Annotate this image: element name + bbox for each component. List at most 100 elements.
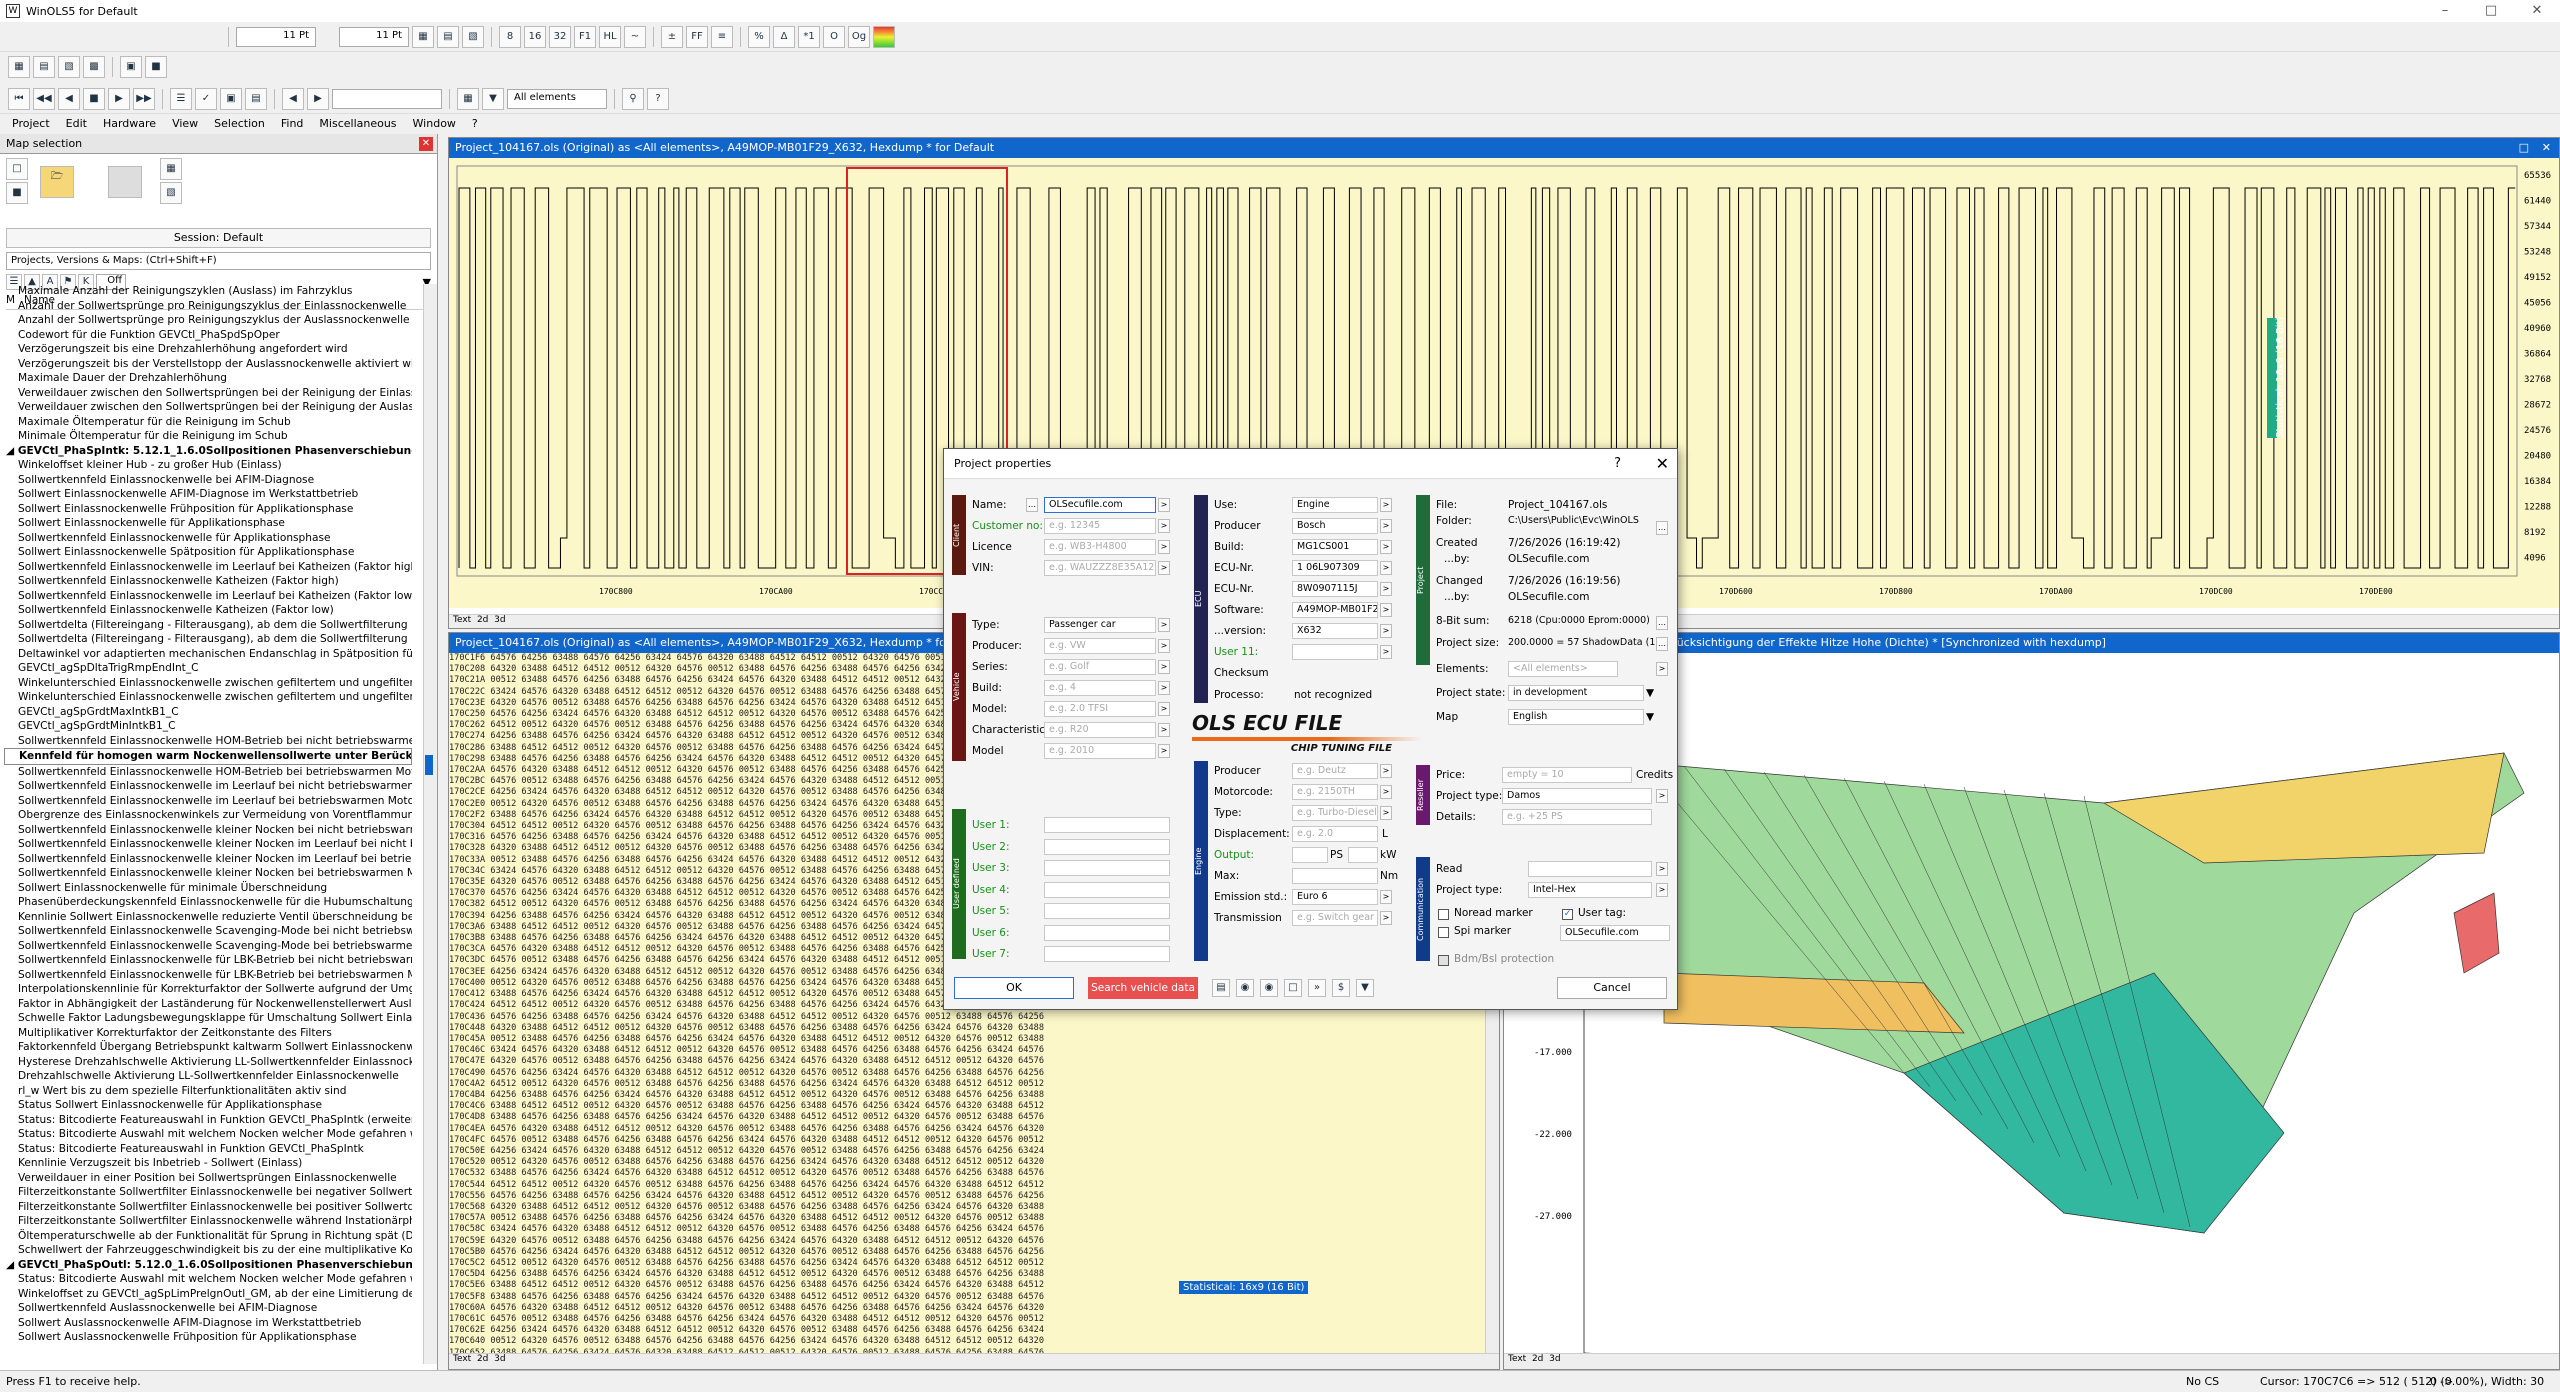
- close-button[interactable]: ✕: [2514, 0, 2560, 22]
- engine-output-kw-input[interactable]: [1348, 847, 1378, 863]
- collapse-handle[interactable]: [425, 755, 433, 775]
- menu-project[interactable]: Project: [12, 117, 50, 130]
- map-list-item[interactable]: Winkeloffset zu GEVCtl_agSpLimPrelgnOutl…: [4, 1287, 412, 1302]
- map-list-item[interactable]: Kennlinie Sollwert Einlassnockenwelle re…: [4, 910, 412, 925]
- reseller-details-input[interactable]: e.g. +25 PS: [1502, 809, 1652, 825]
- color-icon[interactable]: [873, 25, 895, 48]
- ecu-user11-input[interactable]: [1292, 644, 1378, 660]
- user-field-input[interactable]: [1044, 838, 1170, 855]
- vehicle-model-input[interactable]: e.g. 2.0 TFSI: [1044, 701, 1156, 717]
- prev-fast-icon[interactable]: ◀◀: [33, 87, 55, 110]
- menu-miscellaneous[interactable]: Miscellaneous: [319, 117, 396, 130]
- map-list-item[interactable]: Filterzeitkonstante Sollwertfilter Einla…: [4, 1214, 412, 1229]
- menu-window[interactable]: Window: [413, 117, 456, 130]
- ecu-nr2-arrow[interactable]: >: [1380, 582, 1392, 596]
- map-list-item[interactable]: Winkeloffset kleiner Hub - zu großer Hub…: [4, 458, 412, 473]
- engine-type-arrow[interactable]: >: [1380, 806, 1392, 820]
- engine-motorcode-arrow[interactable]: >: [1380, 785, 1392, 799]
- map-list-item[interactable]: Minimale Öltemperatur für die Reinigung …: [4, 429, 412, 444]
- globe-icon[interactable]: ◉: [1236, 979, 1254, 997]
- project-import-icon[interactable]: ▤: [33, 56, 55, 78]
- comm-read-input[interactable]: [1528, 861, 1652, 877]
- map-group-icon[interactable]: ▧: [160, 182, 182, 204]
- map-list-item[interactable]: Sollwertkennfeld Einlassnockenwelle im L…: [4, 794, 412, 809]
- engine-displacement-input[interactable]: e.g. 2.0: [1292, 826, 1378, 842]
- ecu-user11-arrow[interactable]: >: [1380, 645, 1392, 659]
- dialog-help-button[interactable]: ?: [1614, 456, 1621, 471]
- menu-selection[interactable]: Selection: [214, 117, 265, 130]
- user-field-input[interactable]: [1044, 946, 1170, 962]
- cancel-button[interactable]: Cancel: [1557, 977, 1667, 999]
- font-size-input[interactable]: 11 Pt: [236, 26, 316, 47]
- map-list-item[interactable]: Hysterese Drehzahlschwelle Aktivierung L…: [4, 1055, 412, 1070]
- tab-2d[interactable]: 2d: [477, 615, 488, 625]
- close-icon[interactable]: ✕: [419, 137, 433, 151]
- map-list-item[interactable]: Sollwert Einlassnockenwelle AFIM-Diagnos…: [4, 487, 412, 502]
- more-icon[interactable]: ▼: [1356, 979, 1374, 997]
- vehicle-type-input[interactable]: Passenger car: [1044, 617, 1156, 633]
- project-state-dropdown-icon[interactable]: ▼: [1646, 687, 1654, 699]
- map-list-item[interactable]: Status: Bitcodierte Featureauswahl in Fu…: [4, 1142, 412, 1157]
- map-list-item[interactable]: Faktor in Abhängigkeit der Laständerung …: [4, 997, 412, 1012]
- next-icon[interactable]: ▶: [108, 87, 130, 110]
- vehicle-series-input[interactable]: e.g. Golf: [1044, 659, 1156, 675]
- engine-max-input[interactable]: [1292, 868, 1378, 884]
- map-list-item[interactable]: Sollwertkennfeld Einlassnockenwelle Kath…: [4, 603, 412, 618]
- project-state-select[interactable]: in development: [1508, 685, 1644, 701]
- map-list-item[interactable]: Öltemperaturschwelle ab der Funktionalit…: [4, 1229, 412, 1244]
- ecu-nr1-input[interactable]: 1 06L907309: [1292, 560, 1378, 576]
- checksum-icon[interactable]: ✓: [195, 87, 217, 110]
- licence-arrow[interactable]: >: [1158, 540, 1170, 554]
- maximize-button[interactable]: □: [2468, 0, 2514, 22]
- map-list-item[interactable]: GEVCtl_agSpGrdtMinIntkB1_C: [4, 719, 412, 734]
- tab-3d[interactable]: 3d: [494, 615, 505, 625]
- elements-icon[interactable]: ▦: [457, 87, 479, 110]
- map-list-item[interactable]: Maximale Anzahl der Reinigungszyklen (Au…: [4, 284, 412, 299]
- reseller-price-input[interactable]: empty = 10: [1502, 767, 1632, 783]
- noread-checkbox[interactable]: [1438, 909, 1449, 920]
- map-list-item[interactable]: Sollwertkennfeld Einlassnockenwelle Scav…: [4, 924, 412, 939]
- vehicle-build-input[interactable]: e.g. 4: [1044, 680, 1156, 696]
- session-label[interactable]: Session: Default: [6, 228, 431, 248]
- map-list-item[interactable]: Anzahl der Sollwertsprünge pro Reinigung…: [4, 313, 412, 328]
- map-list-item[interactable]: Sollwertkennfeld Einlassnockenwelle im L…: [4, 560, 412, 575]
- comm-read-arrow[interactable]: >: [1656, 862, 1668, 876]
- map-list-item[interactable]: Sollwert Einlassnockenwelle für minimale…: [4, 881, 412, 896]
- map-list-item[interactable]: Faktorkennfeld Übergang Betriebspunkt ka…: [4, 1040, 412, 1055]
- save-icon[interactable]: ■: [6, 182, 28, 204]
- globe-red-icon[interactable]: ◉: [1260, 979, 1278, 997]
- customer-no-arrow[interactable]: >: [1158, 519, 1170, 533]
- dollar-icon[interactable]: $: [1332, 979, 1350, 997]
- table-icon[interactable]: ▤: [437, 25, 459, 48]
- tab-text[interactable]: Text: [453, 615, 471, 625]
- font-size-input-2[interactable]: 11 Pt: [339, 26, 409, 47]
- map-list-item[interactable]: Multiplikativer Korrekturfaktor der Zeit…: [4, 1026, 412, 1041]
- wave-icon[interactable]: ~: [624, 25, 646, 48]
- map-list-item[interactable]: Sollwertkennfeld Einlassnockenwelle HOM-…: [4, 734, 412, 749]
- menu-help[interactable]: ?: [472, 117, 478, 130]
- user-field-input[interactable]: [1044, 817, 1170, 833]
- map-list-item[interactable]: Sollwertkennfeld Einlassnockenwelle klei…: [4, 866, 412, 881]
- spi-checkbox[interactable]: [1438, 927, 1449, 938]
- ecu-build-input[interactable]: MG1CS001: [1292, 539, 1378, 555]
- engine-type-input[interactable]: e.g. Turbo-Diesel: [1292, 805, 1378, 821]
- graph-tab-2d[interactable]: 2d: [1532, 1354, 1543, 1364]
- elements-dropdown-icon[interactable]: ▼: [482, 87, 504, 110]
- engine-producer-input[interactable]: e.g. Deutz: [1292, 763, 1378, 779]
- binary-icon[interactable]: ≡: [711, 25, 733, 48]
- map-list-item[interactable]: Status: Bitcodierte Auswahl mit welchem …: [4, 1272, 412, 1287]
- map-list-item[interactable]: Sollwertkennfeld Auslassnockenwelle bei …: [4, 1301, 412, 1316]
- map-list-item[interactable]: GEVCtl_agSpGrdtMaxIntkB1_C: [4, 705, 412, 720]
- client-name-input[interactable]: OLSecufile.com: [1044, 497, 1156, 513]
- client-name-arrow[interactable]: >: [1158, 498, 1170, 512]
- ff-icon[interactable]: FF: [686, 25, 708, 48]
- search-icon[interactable]: ⚲: [622, 87, 644, 110]
- vehicle-characteristic-arrow[interactable]: >: [1158, 723, 1170, 737]
- signed-icon[interactable]: ±: [661, 25, 683, 48]
- map-list-item[interactable]: Verzögerungszeit bis eine Drehzahlerhöhu…: [4, 342, 412, 357]
- user-field-input[interactable]: [1044, 881, 1170, 898]
- ecu-version-arrow[interactable]: >: [1380, 624, 1392, 638]
- factor-icon[interactable]: *1: [798, 25, 820, 48]
- first-icon[interactable]: ⏮: [8, 87, 30, 110]
- map-list-item[interactable]: Sollwertkennfeld Einlassnockenwelle bei …: [4, 473, 412, 488]
